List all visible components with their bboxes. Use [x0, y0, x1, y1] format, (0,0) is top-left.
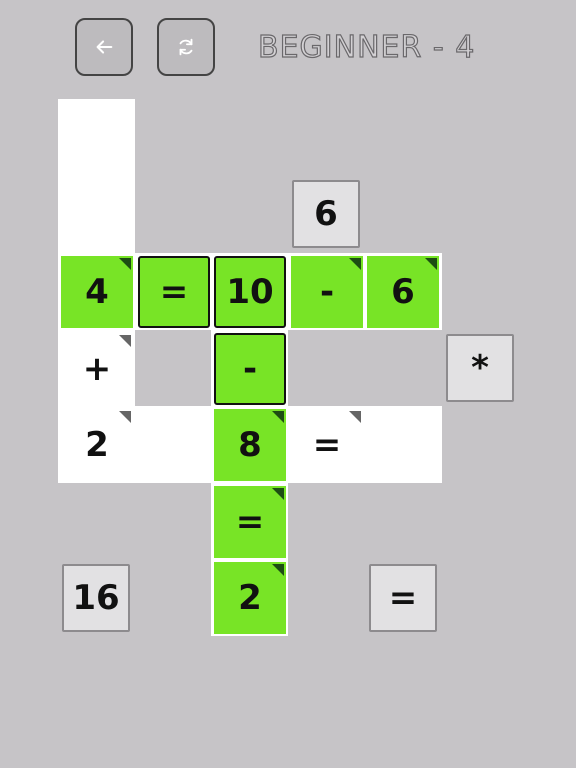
tile-sixteen[interactable]: 16 — [62, 564, 130, 632]
board-cell[interactable]: 2 — [61, 409, 133, 481]
refresh-icon — [179, 38, 193, 56]
restart-button[interactable] — [157, 18, 215, 76]
tile-equals[interactable]: = — [369, 564, 437, 632]
level-title: BEGINNER - 4 — [257, 29, 476, 65]
cell-value: - — [242, 349, 258, 389]
board-cell[interactable]: - — [291, 256, 363, 328]
board-cell-empty[interactable] — [138, 409, 210, 481]
cell-value: 6 — [391, 272, 415, 312]
cell-value: + — [82, 349, 112, 389]
back-button[interactable] — [75, 18, 133, 76]
board-cell[interactable]: 4 — [61, 256, 133, 328]
board-cell[interactable]: = — [214, 486, 286, 558]
corner-marker — [272, 564, 284, 576]
corner-marker — [272, 488, 284, 500]
board-cell-empty[interactable] — [367, 409, 439, 481]
board-cell[interactable]: 6 — [367, 256, 439, 328]
tile-six[interactable]: 6 — [292, 180, 360, 248]
cell-value: 8 — [238, 425, 262, 465]
cell-value: 2 — [238, 578, 262, 618]
board-cell[interactable]: = — [291, 409, 363, 481]
arrow-left-icon — [96, 40, 113, 54]
corner-marker — [349, 411, 361, 423]
cell-value: = — [312, 425, 342, 465]
board-cell[interactable]: 10 — [214, 256, 286, 328]
cell-value: = — [235, 502, 265, 542]
board-cell[interactable]: 2 — [214, 562, 286, 634]
corner-marker — [119, 258, 131, 270]
corner-marker — [272, 411, 284, 423]
corner-marker — [119, 335, 131, 347]
corner-marker — [119, 411, 131, 423]
cell-value: - — [319, 272, 335, 312]
board-cell[interactable]: + — [61, 333, 133, 405]
corner-marker — [425, 258, 437, 270]
cell-value: 10 — [226, 272, 274, 312]
board-cell[interactable]: = — [138, 256, 210, 328]
corner-marker — [349, 258, 361, 270]
cell-value: 2 — [85, 425, 109, 465]
board-cell[interactable]: 8 — [214, 409, 286, 481]
cell-value: 4 — [85, 272, 109, 312]
tile-multiply[interactable]: * — [446, 334, 514, 402]
board-cell[interactable]: - — [214, 333, 286, 405]
cell-value: = — [159, 272, 189, 312]
